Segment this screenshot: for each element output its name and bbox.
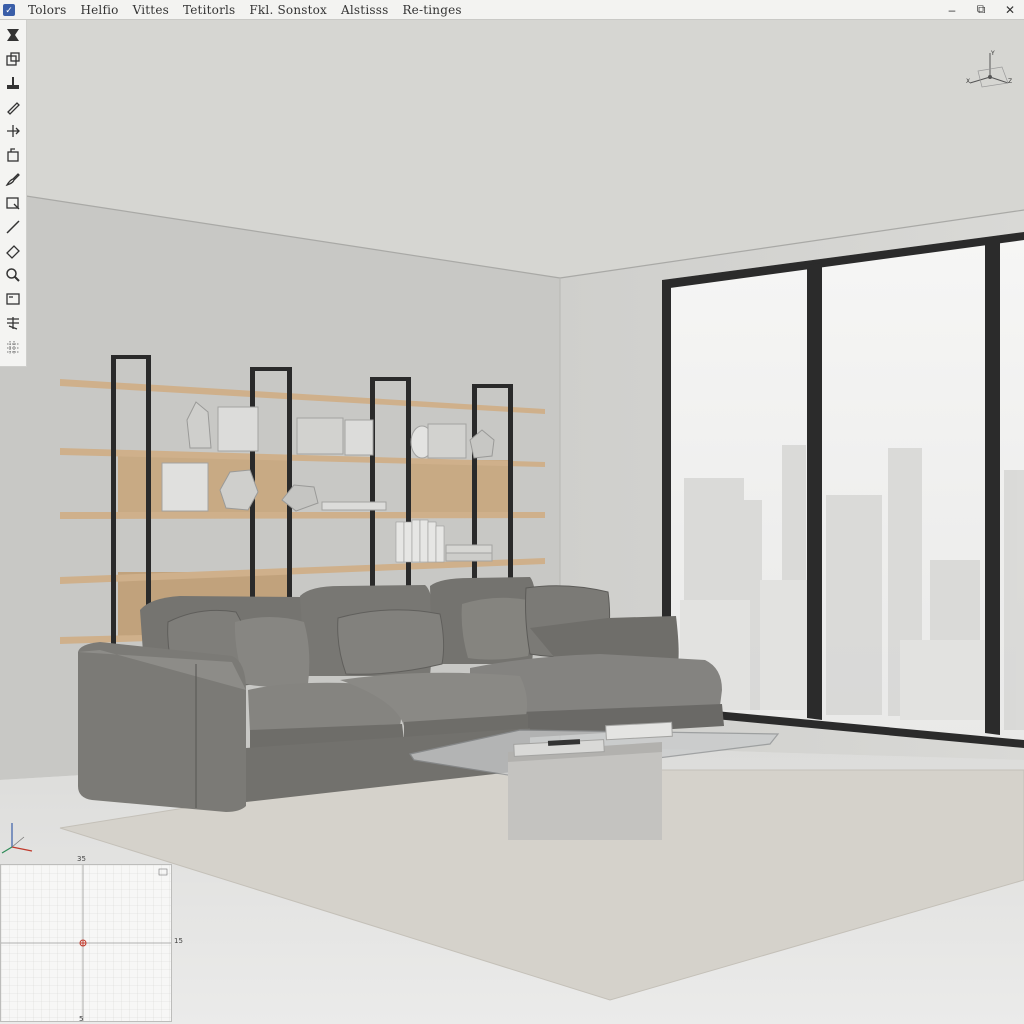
eraser-icon[interactable] — [2, 240, 24, 262]
minimap-panel[interactable]: 35 15 5 — [0, 855, 183, 1023]
minimap-top-label: 35 — [77, 855, 86, 863]
close-button[interactable]: ✕ — [1004, 3, 1016, 17]
frame-icon[interactable] — [2, 288, 24, 310]
menu-item-tolors[interactable]: Tolors — [21, 3, 73, 17]
maximize-button[interactable]: ⧉ — [975, 2, 987, 17]
minimap-grid — [1, 865, 171, 1021]
menu-item-sonstox[interactable]: Fkl. Sonstox — [242, 3, 334, 17]
minimize-button[interactable]: – — [946, 3, 958, 17]
navigation-gizmo[interactable]: Y X Z — [964, 47, 1016, 99]
window-controls: – ⧉ ✕ — [946, 0, 1016, 19]
minimap-bottom-label: 5 — [79, 1015, 84, 1023]
menu-item-tetitorls[interactable]: Tetitorls — [176, 3, 242, 17]
line-icon[interactable] — [2, 216, 24, 238]
menu-item-vittes[interactable]: Vittes — [126, 3, 176, 17]
svg-text:Z: Z — [1008, 78, 1012, 85]
box-icon[interactable] — [2, 48, 24, 70]
tool-palette — [0, 20, 27, 367]
menu-bar: ✓ Tolors Helfio Vittes Tetitorls Fkl. So… — [0, 0, 1024, 20]
menu-item-alstisss[interactable]: Alstisss — [334, 3, 395, 17]
move-icon[interactable] — [2, 120, 24, 142]
menu-item-re-tinges[interactable]: Re-tinges — [395, 3, 468, 17]
svg-text:X: X — [966, 78, 970, 85]
axis-indicator — [1, 823, 33, 854]
app-icon[interactable]: ✓ — [3, 3, 15, 16]
snap-icon[interactable] — [2, 312, 24, 334]
paint-icon[interactable] — [2, 72, 24, 94]
pencil-icon[interactable] — [2, 96, 24, 118]
grid-icon[interactable] — [2, 336, 24, 358]
rectangle-icon[interactable] — [2, 192, 24, 214]
menu-item-helfio[interactable]: Helfio — [73, 3, 125, 17]
rotate-icon[interactable] — [2, 144, 24, 166]
select-icon[interactable] — [2, 24, 24, 46]
brush-icon[interactable] — [2, 168, 24, 190]
svg-text:Y: Y — [990, 50, 995, 57]
zoom-icon[interactable] — [2, 264, 24, 286]
minimap-right-label: 15 — [174, 937, 183, 945]
